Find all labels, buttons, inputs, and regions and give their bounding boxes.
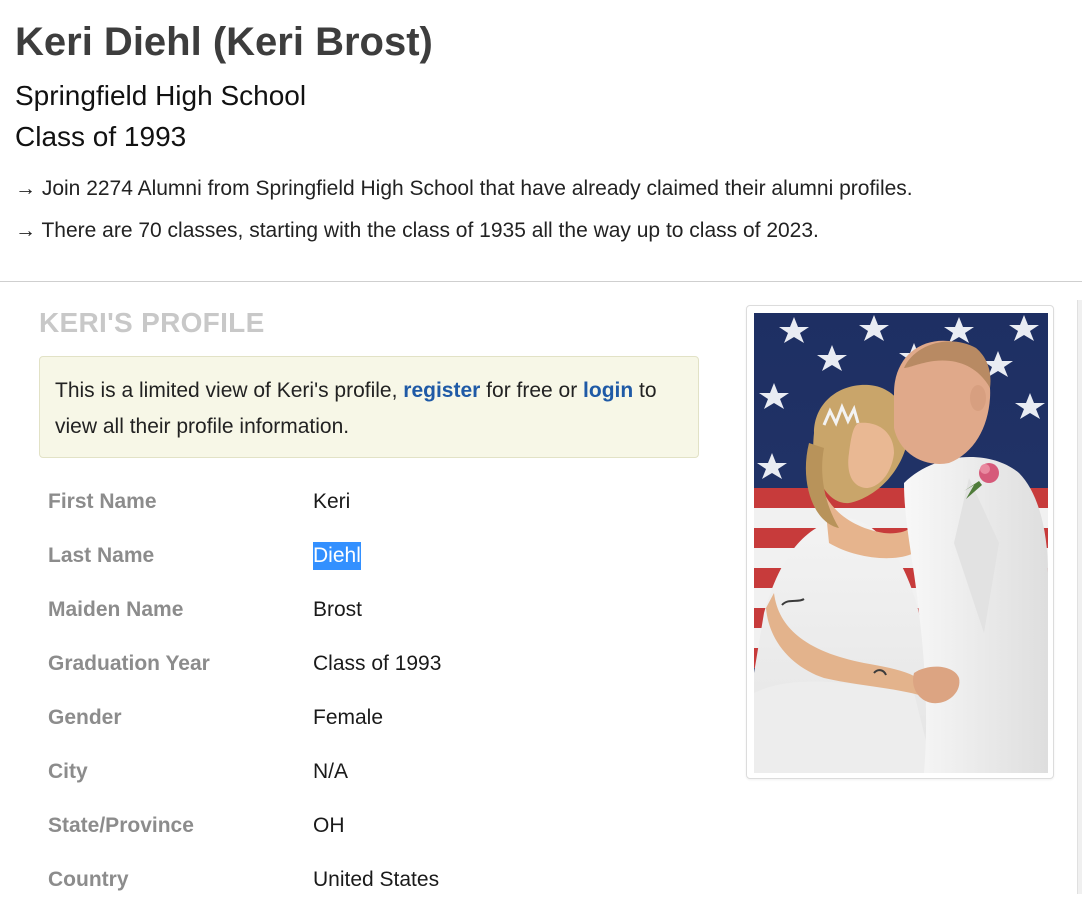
field-label: Graduation Year xyxy=(48,652,210,675)
field-row-last-name: Last Name Diehl xyxy=(48,538,688,592)
field-value-selected[interactable]: Diehl xyxy=(313,542,361,570)
field-label: Last Name xyxy=(48,544,155,567)
page-title: Keri Diehl (Keri Brost) xyxy=(15,20,433,64)
profile-photo-frame xyxy=(746,305,1054,779)
profile-fields: First Name Keri Last Name Diehl Maiden N… xyxy=(48,484,688,916)
field-value: United States xyxy=(313,868,440,891)
class-year: Class of 1993 xyxy=(15,121,187,152)
alumni-count-info: → Join 2274 Alumni from Springfield High… xyxy=(15,177,913,200)
notice-text-2: for free or xyxy=(480,379,584,402)
field-label: Gender xyxy=(48,706,122,729)
field-value: N/A xyxy=(313,760,349,783)
class-range-info: → There are 70 classes, starting with th… xyxy=(15,219,819,242)
field-row-state: State/Province OH xyxy=(48,808,688,862)
field-row-country: Country United States xyxy=(48,862,688,916)
profile-photo xyxy=(754,313,1048,773)
field-row-first-name: First Name Keri xyxy=(48,484,688,538)
field-label: First Name xyxy=(48,490,157,513)
field-label: Maiden Name xyxy=(48,598,184,621)
field-row-maiden-name: Maiden Name Brost xyxy=(48,592,688,646)
field-row-gender: Gender Female xyxy=(48,700,688,754)
field-value: Keri xyxy=(313,490,351,513)
field-value: Brost xyxy=(313,598,363,621)
register-link[interactable]: register xyxy=(403,379,480,402)
field-label: Country xyxy=(48,868,129,891)
notice-text-1: This is a limited view of Keri's profile… xyxy=(55,379,404,402)
profile-section-heading: KERI'S PROFILE xyxy=(39,307,265,338)
school-name: Springfield High School xyxy=(15,80,307,111)
field-value: Female xyxy=(313,706,384,729)
field-label: State/Province xyxy=(48,814,194,837)
field-row-graduation-year: Graduation Year Class of 1993 xyxy=(48,646,688,700)
divider xyxy=(0,281,1082,282)
field-row-city: City N/A xyxy=(48,754,688,808)
field-value: Class of 1993 xyxy=(313,652,442,675)
field-label: City xyxy=(48,760,88,783)
login-link[interactable]: login xyxy=(583,379,633,402)
scrollbar-track[interactable] xyxy=(1077,300,1082,894)
field-value: OH xyxy=(313,814,345,837)
limited-view-notice: This is a limited view of Keri's profile… xyxy=(39,356,699,458)
